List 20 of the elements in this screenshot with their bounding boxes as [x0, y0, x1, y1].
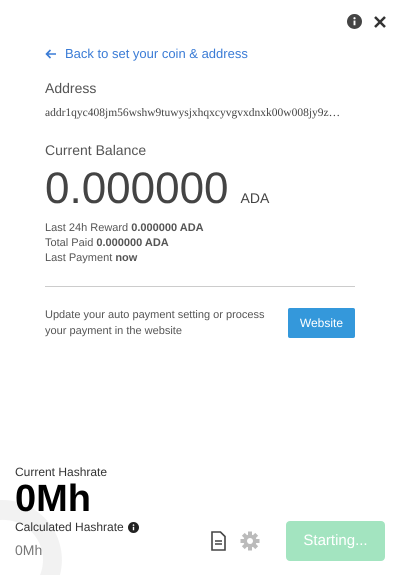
info-icon[interactable]: [347, 14, 362, 29]
website-button[interactable]: Website: [288, 308, 355, 338]
back-link[interactable]: Back to set your coin & address: [45, 44, 248, 64]
hashrate-value: 0Mh: [15, 480, 92, 518]
payment-note: Update your auto payment setting or process your payment in the website: [45, 308, 265, 339]
stat-line: Total Paid 0.000000 ADA: [45, 236, 170, 251]
document-icon[interactable]: [211, 531, 226, 551]
balance-unit: ADA: [240, 188, 270, 208]
stat-line: Last Payment now: [45, 250, 138, 266]
stat-line: Last 24h Reward 0.000000 ADA: [45, 220, 205, 236]
calculated-hashrate-value: 0Mh: [15, 541, 44, 560]
close-icon[interactable]: [374, 16, 386, 28]
arrow-left-icon: [45, 48, 57, 59]
hashrate-label: Current Hashrate: [15, 464, 108, 481]
address-label: Address: [45, 78, 98, 98]
address-value: addr1qyc408jm56wshw9tuwysjxhqxcyvgvxdnxk00w008jy9z…: [45, 106, 342, 120]
info-icon[interactable]: [128, 522, 139, 532]
balance-amount: 0.000000: [45, 162, 229, 215]
balance-label: Current Balance: [45, 140, 148, 160]
calculated-hashrate-label: Calculated Hashrate: [15, 519, 124, 536]
